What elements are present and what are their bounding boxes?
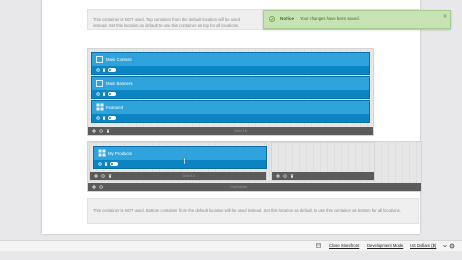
block-title: Featured [106, 104, 124, 110]
grid-control-bar: Grid 16 [88, 127, 373, 135]
empty-grid[interactable] [271, 142, 375, 181]
layout-editor-canvas: This container is NOT used. Top containe… [42, 0, 422, 234]
gear-icon[interactable] [98, 162, 102, 166]
content-icon [96, 56, 103, 63]
add-icon[interactable] [94, 174, 98, 178]
product-grid[interactable]: My Products Grid 10 [89, 142, 267, 181]
grid-label: Grid 10 [182, 173, 196, 178]
trash-icon[interactable] [102, 116, 106, 120]
check-circle-icon [269, 16, 275, 22]
add-icon[interactable] [276, 174, 280, 178]
add-icon[interactable] [92, 129, 96, 133]
grid-control-bar: Grid 10 [90, 172, 266, 180]
grid-label: Grid 16 [234, 128, 248, 133]
close-icon[interactable] [443, 14, 447, 18]
notice-message: Your changes have been saved. [300, 16, 360, 22]
chevron-down-icon[interactable] [443, 244, 447, 248]
bottom-container-notice: This container is NOT used. Bottom conta… [87, 198, 419, 224]
block-toggle[interactable] [108, 68, 116, 72]
block-title: My Products [108, 150, 132, 156]
main-grid-container[interactable]: Main Content Main Banners Featured Grid … [87, 48, 374, 136]
block-title: Main Content [106, 56, 132, 62]
block-toggle[interactable] [108, 116, 116, 120]
trash-icon[interactable] [108, 174, 112, 178]
trash-icon[interactable] [102, 68, 106, 72]
gear-icon[interactable] [96, 116, 100, 120]
cubes-icon [98, 149, 106, 157]
bottom-container-notice-text: This container is NOT used. Bottom conta… [93, 208, 401, 213]
block-my-products[interactable]: My Products [93, 146, 267, 169]
cubes-icon [96, 103, 104, 111]
gear-icon[interactable] [99, 185, 103, 189]
banner-icon [96, 80, 103, 87]
development-mode-link[interactable]: Development Mode [367, 243, 403, 248]
gear-icon[interactable] [96, 68, 100, 72]
top-container-notice-text: This container is NOT used. Top containe… [93, 17, 240, 28]
notice-title: Notice [280, 16, 295, 21]
store-icon [316, 243, 321, 248]
block-main-banners[interactable]: Main Banners [91, 76, 370, 99]
storefront-bottom-bar: Close Storefront Development Mode US Dol… [0, 240, 462, 251]
container-label: Container [230, 184, 248, 189]
secondary-container[interactable]: My Products Grid 10 Container [87, 141, 422, 192]
trash-icon[interactable] [104, 162, 108, 166]
gear-icon[interactable] [101, 174, 105, 178]
trash-icon[interactable] [102, 92, 106, 96]
block-main-content[interactable]: Main Content [91, 52, 370, 75]
trash-icon[interactable] [106, 129, 110, 133]
move-cursor-icon [182, 158, 187, 164]
container-control-bar: Container [88, 183, 421, 191]
notice-popup: Notice Your changes have been saved. [263, 10, 451, 29]
gear-icon[interactable] [99, 129, 103, 133]
gear-icon[interactable] [96, 92, 100, 96]
gear-menu-icon[interactable] [449, 243, 455, 249]
block-featured[interactable]: Featured [91, 100, 370, 123]
close-storefront-link[interactable]: Close Storefront [329, 243, 359, 248]
gear-icon[interactable] [283, 174, 287, 178]
block-toggle[interactable] [108, 92, 116, 96]
currency-selector[interactable]: US Dollars ($) [410, 243, 436, 248]
trash-icon[interactable] [290, 174, 294, 178]
block-toggle[interactable] [110, 162, 118, 166]
block-title: Main Banners [106, 80, 133, 86]
add-icon[interactable] [92, 185, 96, 189]
grid-control-bar [272, 172, 374, 180]
